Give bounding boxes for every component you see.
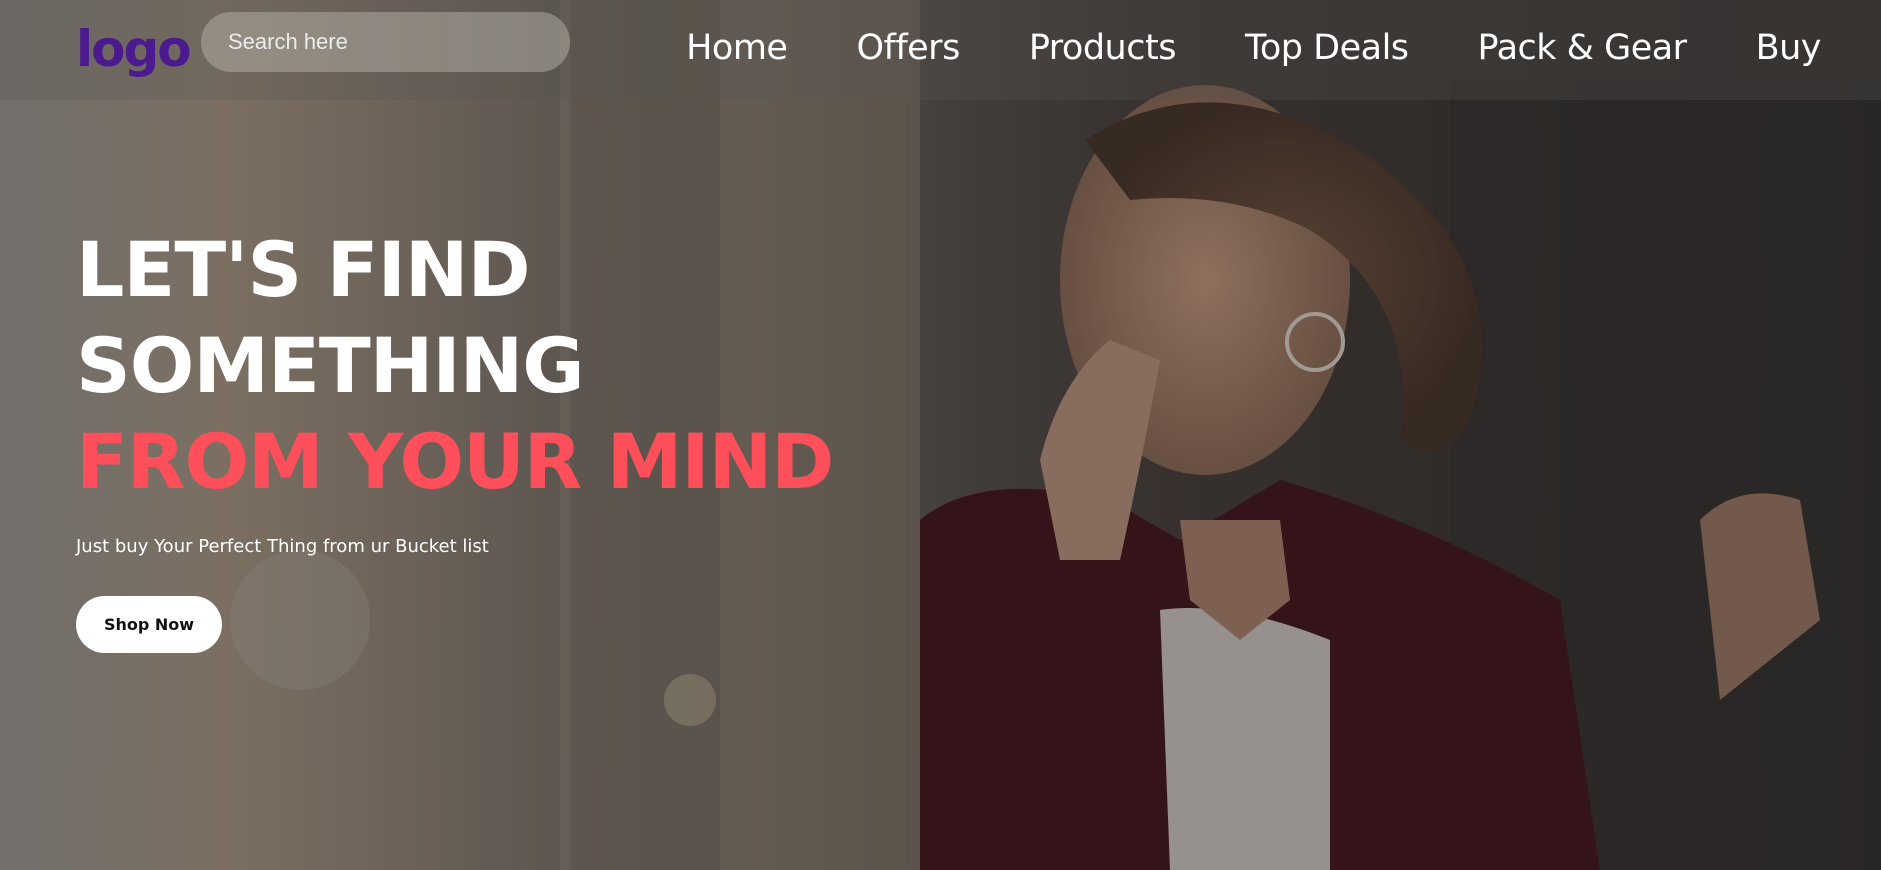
headline-line-2: SOMETHING [76,321,585,410]
headline-line-1: LET'S FIND [76,225,531,314]
nav-link-pack-gear[interactable]: Pack & Gear [1478,22,1688,74]
nav-link-top-deals[interactable]: Top Deals [1245,22,1409,74]
hero-headline: LET'S FIND SOMETHING FROM YOUR MIND [76,222,834,510]
hero-subtitle: Just buy Your Perfect Thing from ur Buck… [76,536,489,557]
shop-now-button[interactable]: Shop Now [76,596,222,653]
nav-link-buy[interactable]: Buy [1756,22,1822,74]
nav-link-home[interactable]: Home [686,22,788,74]
nav-link-offers[interactable]: Offers [856,22,960,74]
navbar: logo Home Offers Products Top Deals Pack… [0,0,1881,100]
headline-line-3-accent: FROM YOUR MIND [76,417,834,506]
main-nav: Home Offers Products Top Deals Pack & Ge… [686,22,1821,74]
nav-link-products[interactable]: Products [1029,22,1177,74]
hero-section: logo Home Offers Products Top Deals Pack… [0,0,1881,870]
site-logo[interactable]: logo [76,14,192,84]
search-input[interactable] [201,12,570,72]
